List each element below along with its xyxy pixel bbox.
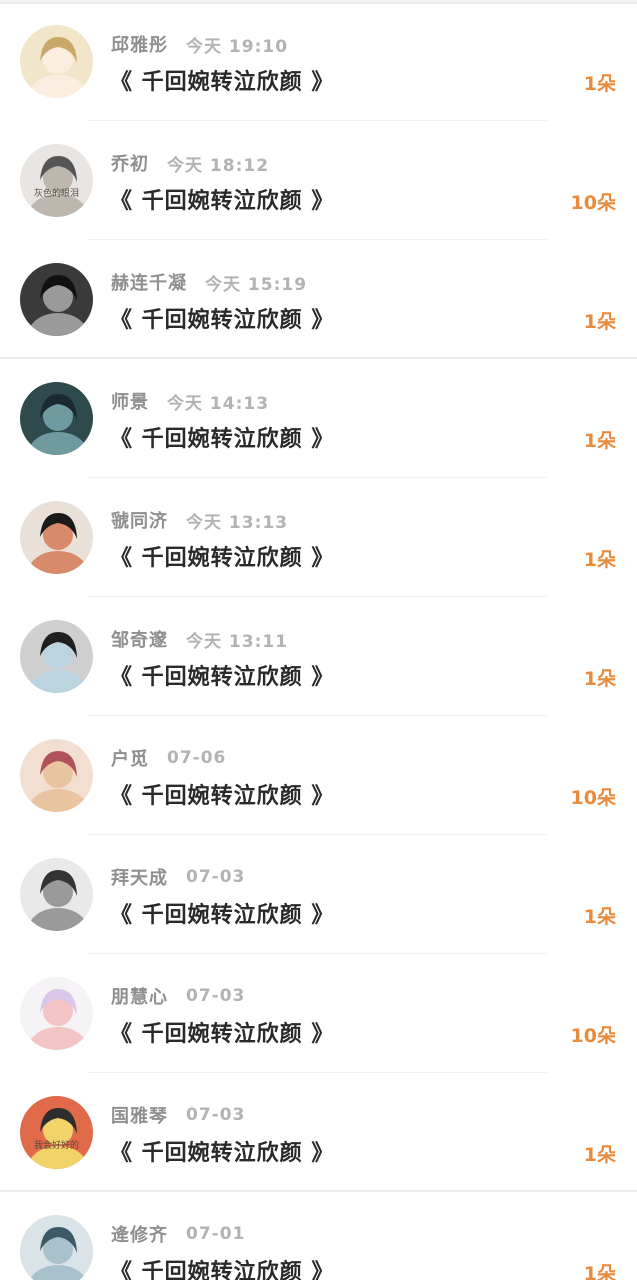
flower-count: 1朵 [583,311,616,333]
gift-list: 邱雅彤 今天 19:10 《 千回婉转泣欣颜 》 1朵 灰色的眼泪 乔初 今天 … [0,2,637,1280]
book-title[interactable]: 《 千回婉转泣欣颜 》 [110,1016,334,1048]
avatar[interactable] [20,263,93,336]
user-name[interactable]: 国雅琴 [111,1102,168,1128]
item-meta: 师景 今天 14:13 [111,386,269,416]
user-name[interactable]: 乔初 [111,150,149,176]
book-title[interactable]: 《 千回婉转泣欣颜 》 [110,302,334,334]
avatar[interactable]: 灰色的眼泪 [20,144,93,217]
avatar-image [20,858,93,931]
avatar[interactable]: 我会好好的 [20,1096,93,1169]
avatar-image [20,739,93,812]
list-item[interactable]: 逄修齐 07-01 《 千回婉转泣欣颜 》 1朵 [0,1192,637,1280]
flower-count: 1朵 [583,1144,616,1166]
user-name[interactable]: 虢同济 [111,507,168,533]
item-meta: 拜天成 07-03 [111,862,245,892]
avatar[interactable] [20,977,93,1050]
book-title[interactable]: 《 千回婉转泣欣颜 》 [110,421,334,453]
item-meta: 赫连千凝 今天 15:19 [111,267,307,297]
avatar[interactable] [20,858,93,931]
timestamp: 07-01 [186,1224,246,1244]
item-meta: 户觅 07-06 [111,743,226,773]
list-item[interactable]: 邱雅彤 今天 19:10 《 千回婉转泣欣颜 》 1朵 [0,2,637,121]
user-name[interactable]: 邱雅彤 [111,31,168,57]
avatar-image [20,620,93,693]
user-name[interactable]: 邹奇邃 [111,626,168,652]
item-meta: 逄修齐 07-01 [111,1219,245,1249]
timestamp: 07-03 [186,986,246,1006]
book-title[interactable]: 《 千回婉转泣欣颜 》 [110,778,334,810]
timestamp: 今天 15:19 [205,274,308,295]
avatar[interactable] [20,739,93,812]
book-title[interactable]: 《 千回婉转泣欣颜 》 [110,64,334,96]
avatar[interactable] [20,501,93,574]
item-meta: 邱雅彤 今天 19:10 [111,29,288,59]
list-item[interactable]: 虢同济 今天 13:13 《 千回婉转泣欣颜 》 1朵 [0,478,637,597]
item-meta: 朋慧心 07-03 [111,981,245,1011]
avatar-image [20,1215,93,1280]
flower-count: 10朵 [570,787,616,809]
user-name[interactable]: 师景 [111,388,149,414]
book-title[interactable]: 《 千回婉转泣欣颜 》 [110,183,334,215]
flower-count: 1朵 [583,73,616,95]
timestamp: 07-06 [167,748,227,768]
book-title[interactable]: 《 千回婉转泣欣颜 》 [110,540,334,572]
avatar-image: 灰色的眼泪 [20,144,93,217]
timestamp: 今天 19:10 [186,36,289,57]
item-meta: 国雅琴 07-03 [111,1100,245,1130]
timestamp: 今天 18:12 [167,155,270,176]
flower-count: 1朵 [583,549,616,571]
flower-count: 1朵 [583,668,616,690]
item-meta: 乔初 今天 18:12 [111,148,269,178]
timestamp: 今天 13:13 [186,512,289,533]
avatar-image [20,977,93,1050]
avatar[interactable] [20,1215,93,1280]
timestamp: 07-03 [186,1105,246,1125]
flower-count: 10朵 [570,192,616,214]
list-item[interactable]: 师景 今天 14:13 《 千回婉转泣欣颜 》 1朵 [0,359,637,478]
avatar-image [20,382,93,455]
timestamp: 今天 14:13 [167,393,270,414]
user-name[interactable]: 朋慧心 [111,983,168,1009]
book-title[interactable]: 《 千回婉转泣欣颜 》 [110,897,334,929]
avatar[interactable] [20,620,93,693]
timestamp: 今天 13:11 [186,631,289,652]
avatar-image [20,263,93,336]
list-item[interactable]: 赫连千凝 今天 15:19 《 千回婉转泣欣颜 》 1朵 [0,240,637,359]
item-meta: 虢同济 今天 13:13 [111,505,288,535]
book-title[interactable]: 《 千回婉转泣欣颜 》 [110,1135,334,1167]
avatar[interactable] [20,382,93,455]
flower-count: 1朵 [583,430,616,452]
timestamp: 07-03 [186,867,246,887]
list-item[interactable]: 我会好好的 国雅琴 07-03 《 千回婉转泣欣颜 》 1朵 [0,1073,637,1192]
avatar-image [20,25,93,98]
list-item[interactable]: 朋慧心 07-03 《 千回婉转泣欣颜 》 10朵 [0,954,637,1073]
user-name[interactable]: 户觅 [111,745,149,771]
list-item[interactable]: 户觅 07-06 《 千回婉转泣欣颜 》 10朵 [0,716,637,835]
list-item[interactable]: 邹奇邃 今天 13:11 《 千回婉转泣欣颜 》 1朵 [0,597,637,716]
user-name[interactable]: 拜天成 [111,864,168,890]
avatar-caption: 我会好好的 [34,1139,79,1151]
book-title[interactable]: 《 千回婉转泣欣颜 》 [110,1254,334,1280]
list-item[interactable]: 灰色的眼泪 乔初 今天 18:12 《 千回婉转泣欣颜 》 10朵 [0,121,637,240]
user-name[interactable]: 逄修齐 [111,1221,168,1247]
avatar-image: 我会好好的 [20,1096,93,1169]
flower-count: 1朵 [583,906,616,928]
avatar-image [20,501,93,574]
flower-count: 1朵 [583,1263,616,1280]
list-item[interactable]: 拜天成 07-03 《 千回婉转泣欣颜 》 1朵 [0,835,637,954]
book-title[interactable]: 《 千回婉转泣欣颜 》 [110,659,334,691]
user-name[interactable]: 赫连千凝 [111,269,187,295]
flower-count: 10朵 [570,1025,616,1047]
avatar-caption: 灰色的眼泪 [34,187,79,199]
item-meta: 邹奇邃 今天 13:11 [111,624,288,654]
avatar[interactable] [20,25,93,98]
